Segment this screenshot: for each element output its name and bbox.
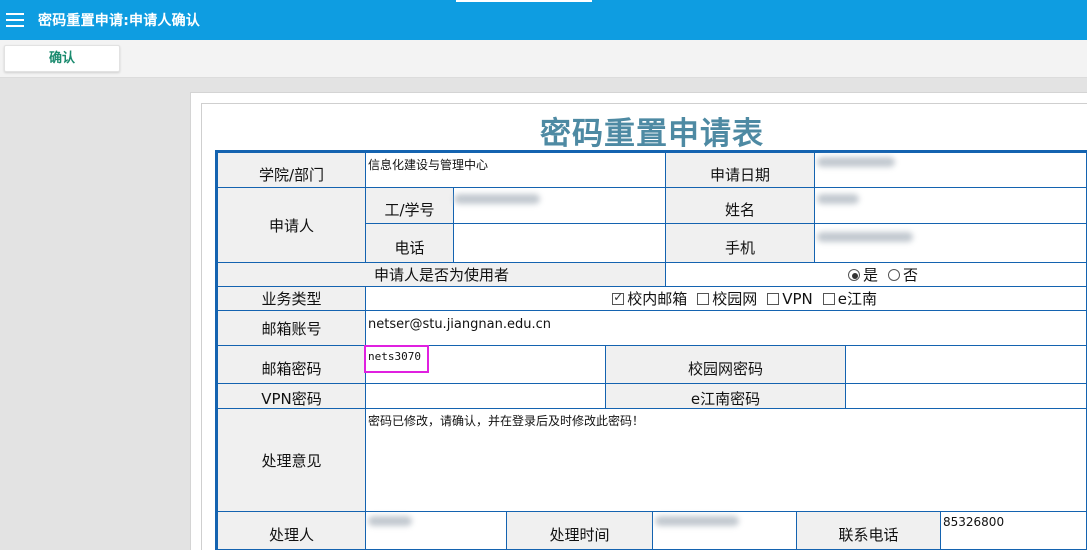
biz-type-options: 校内邮箱 校园网 VPN e江南 <box>366 287 1087 311</box>
redacted-blur <box>817 232 913 242</box>
mail-account-value: netser@stu.jiangnan.edu.cn <box>366 311 1087 346</box>
biz-option-ejn-checkbox[interactable]: e江南 <box>822 288 877 309</box>
mail-password-field[interactable]: nets3070 <box>364 345 429 373</box>
contact-label: 联系电话 <box>797 512 941 550</box>
biz-option-label: 校内邮箱 <box>627 290 688 308</box>
checkbox-unchecked-icon <box>697 292 710 305</box>
biz-option-campus-checkbox[interactable]: 校园网 <box>697 288 757 309</box>
handler-label: 处理人 <box>218 512 366 550</box>
apply-date-label: 申请日期 <box>666 153 815 188</box>
action-toolbar: 确认 <box>0 40 1087 78</box>
mobile-value <box>815 224 1087 263</box>
page-title: 密码重置申请:申请人确认 <box>38 13 200 29</box>
phone-value <box>454 224 666 263</box>
handler-value <box>366 512 507 550</box>
handle-time-value <box>653 512 797 550</box>
ejn-pwd-label: e江南密码 <box>606 384 846 409</box>
redacted-blur <box>655 516 739 526</box>
is-user-label: 申请人是否为使用者 <box>218 263 666 287</box>
apply-date-value <box>815 153 1087 188</box>
checkbox-unchecked-icon <box>822 292 835 305</box>
redacted-blur <box>368 516 412 526</box>
mail-account-label: 邮箱账号 <box>218 311 366 346</box>
opinion-value[interactable]: 密码已修改，请确认，并在登录后及时修改此密码！ <box>366 409 1087 512</box>
is-user-options: 是 否 <box>666 263 1087 287</box>
contact-value: 85326800 <box>941 512 1087 550</box>
redacted-blur <box>817 194 859 204</box>
name-label: 姓名 <box>666 188 815 224</box>
handle-time-label: 处理时间 <box>507 512 653 550</box>
is-user-yes-radio[interactable]: 是 <box>847 264 878 285</box>
biz-option-label: 校园网 <box>712 290 758 308</box>
biz-type-label: 业务类型 <box>218 287 366 311</box>
biz-option-label: e江南 <box>837 290 877 308</box>
ejn-pwd-value[interactable] <box>846 384 1087 409</box>
phone-label: 电话 <box>366 224 454 263</box>
vpn-pwd-label: VPN密码 <box>218 384 366 409</box>
opinion-label: 处理意见 <box>218 409 366 512</box>
checkbox-unchecked-icon <box>767 292 780 305</box>
checkbox-checked-icon <box>612 290 625 305</box>
staff-id-label: 工/学号 <box>366 188 454 224</box>
redacted-blur <box>817 157 895 167</box>
hamburger-menu-icon[interactable] <box>6 13 24 27</box>
redacted-blur <box>454 194 540 204</box>
applicant-label: 申请人 <box>218 188 366 263</box>
campus-pwd-label: 校园网密码 <box>606 346 846 384</box>
confirm-button[interactable]: 确认 <box>4 45 120 72</box>
biz-option-mail-checkbox[interactable]: 校内邮箱 <box>612 288 687 309</box>
is-user-no-radio[interactable]: 否 <box>887 264 918 285</box>
biz-option-label: VPN <box>782 289 813 308</box>
staff-id-value <box>454 188 666 224</box>
campus-pwd-value[interactable] <box>846 346 1087 384</box>
dept-label: 学院/部门 <box>218 153 366 188</box>
mobile-label: 手机 <box>666 224 815 263</box>
vpn-pwd-value[interactable] <box>366 384 606 409</box>
radio-unchecked-icon <box>887 268 900 281</box>
no-label: 否 <box>902 266 918 284</box>
name-value <box>815 188 1087 224</box>
mail-pwd-label: 邮箱密码 <box>218 346 366 384</box>
biz-option-vpn-checkbox[interactable]: VPN <box>767 290 813 308</box>
form-title: 密码重置申请表 <box>540 116 764 152</box>
dept-value: 信息化建设与管理中心 <box>366 153 666 188</box>
top-header-bar: 密码重置申请:申请人确认 <box>0 0 1087 40</box>
yes-label: 是 <box>862 266 878 284</box>
radio-checked-icon <box>847 268 860 281</box>
application-form-table: 学院/部门 信息化建设与管理中心 申请日期 申请人 工/学号 姓名 电话 手机 … <box>215 150 1087 550</box>
window-tab-strip <box>456 0 592 2</box>
